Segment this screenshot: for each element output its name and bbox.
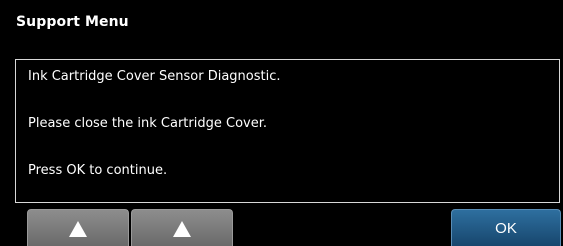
message-line: Please close the ink Cartridge Cover. <box>28 116 267 131</box>
message-line: Ink Cartridge Cover Sensor Diagnostic. <box>28 69 281 84</box>
message-panel: Ink Cartridge Cover Sensor Diagnostic. P… <box>15 59 560 203</box>
page-title: Support Menu <box>16 14 129 30</box>
up-arrow-button-2[interactable] <box>131 209 233 246</box>
up-triangle-icon <box>69 221 87 237</box>
ok-button[interactable]: OK <box>451 209 561 246</box>
support-menu-screen: Support Menu Ink Cartridge Cover Sensor … <box>0 0 563 246</box>
up-triangle-icon <box>173 221 191 237</box>
ok-button-label: OK <box>495 220 517 237</box>
up-arrow-button-1[interactable] <box>27 209 129 246</box>
message-line: Press OK to continue. <box>28 163 168 178</box>
